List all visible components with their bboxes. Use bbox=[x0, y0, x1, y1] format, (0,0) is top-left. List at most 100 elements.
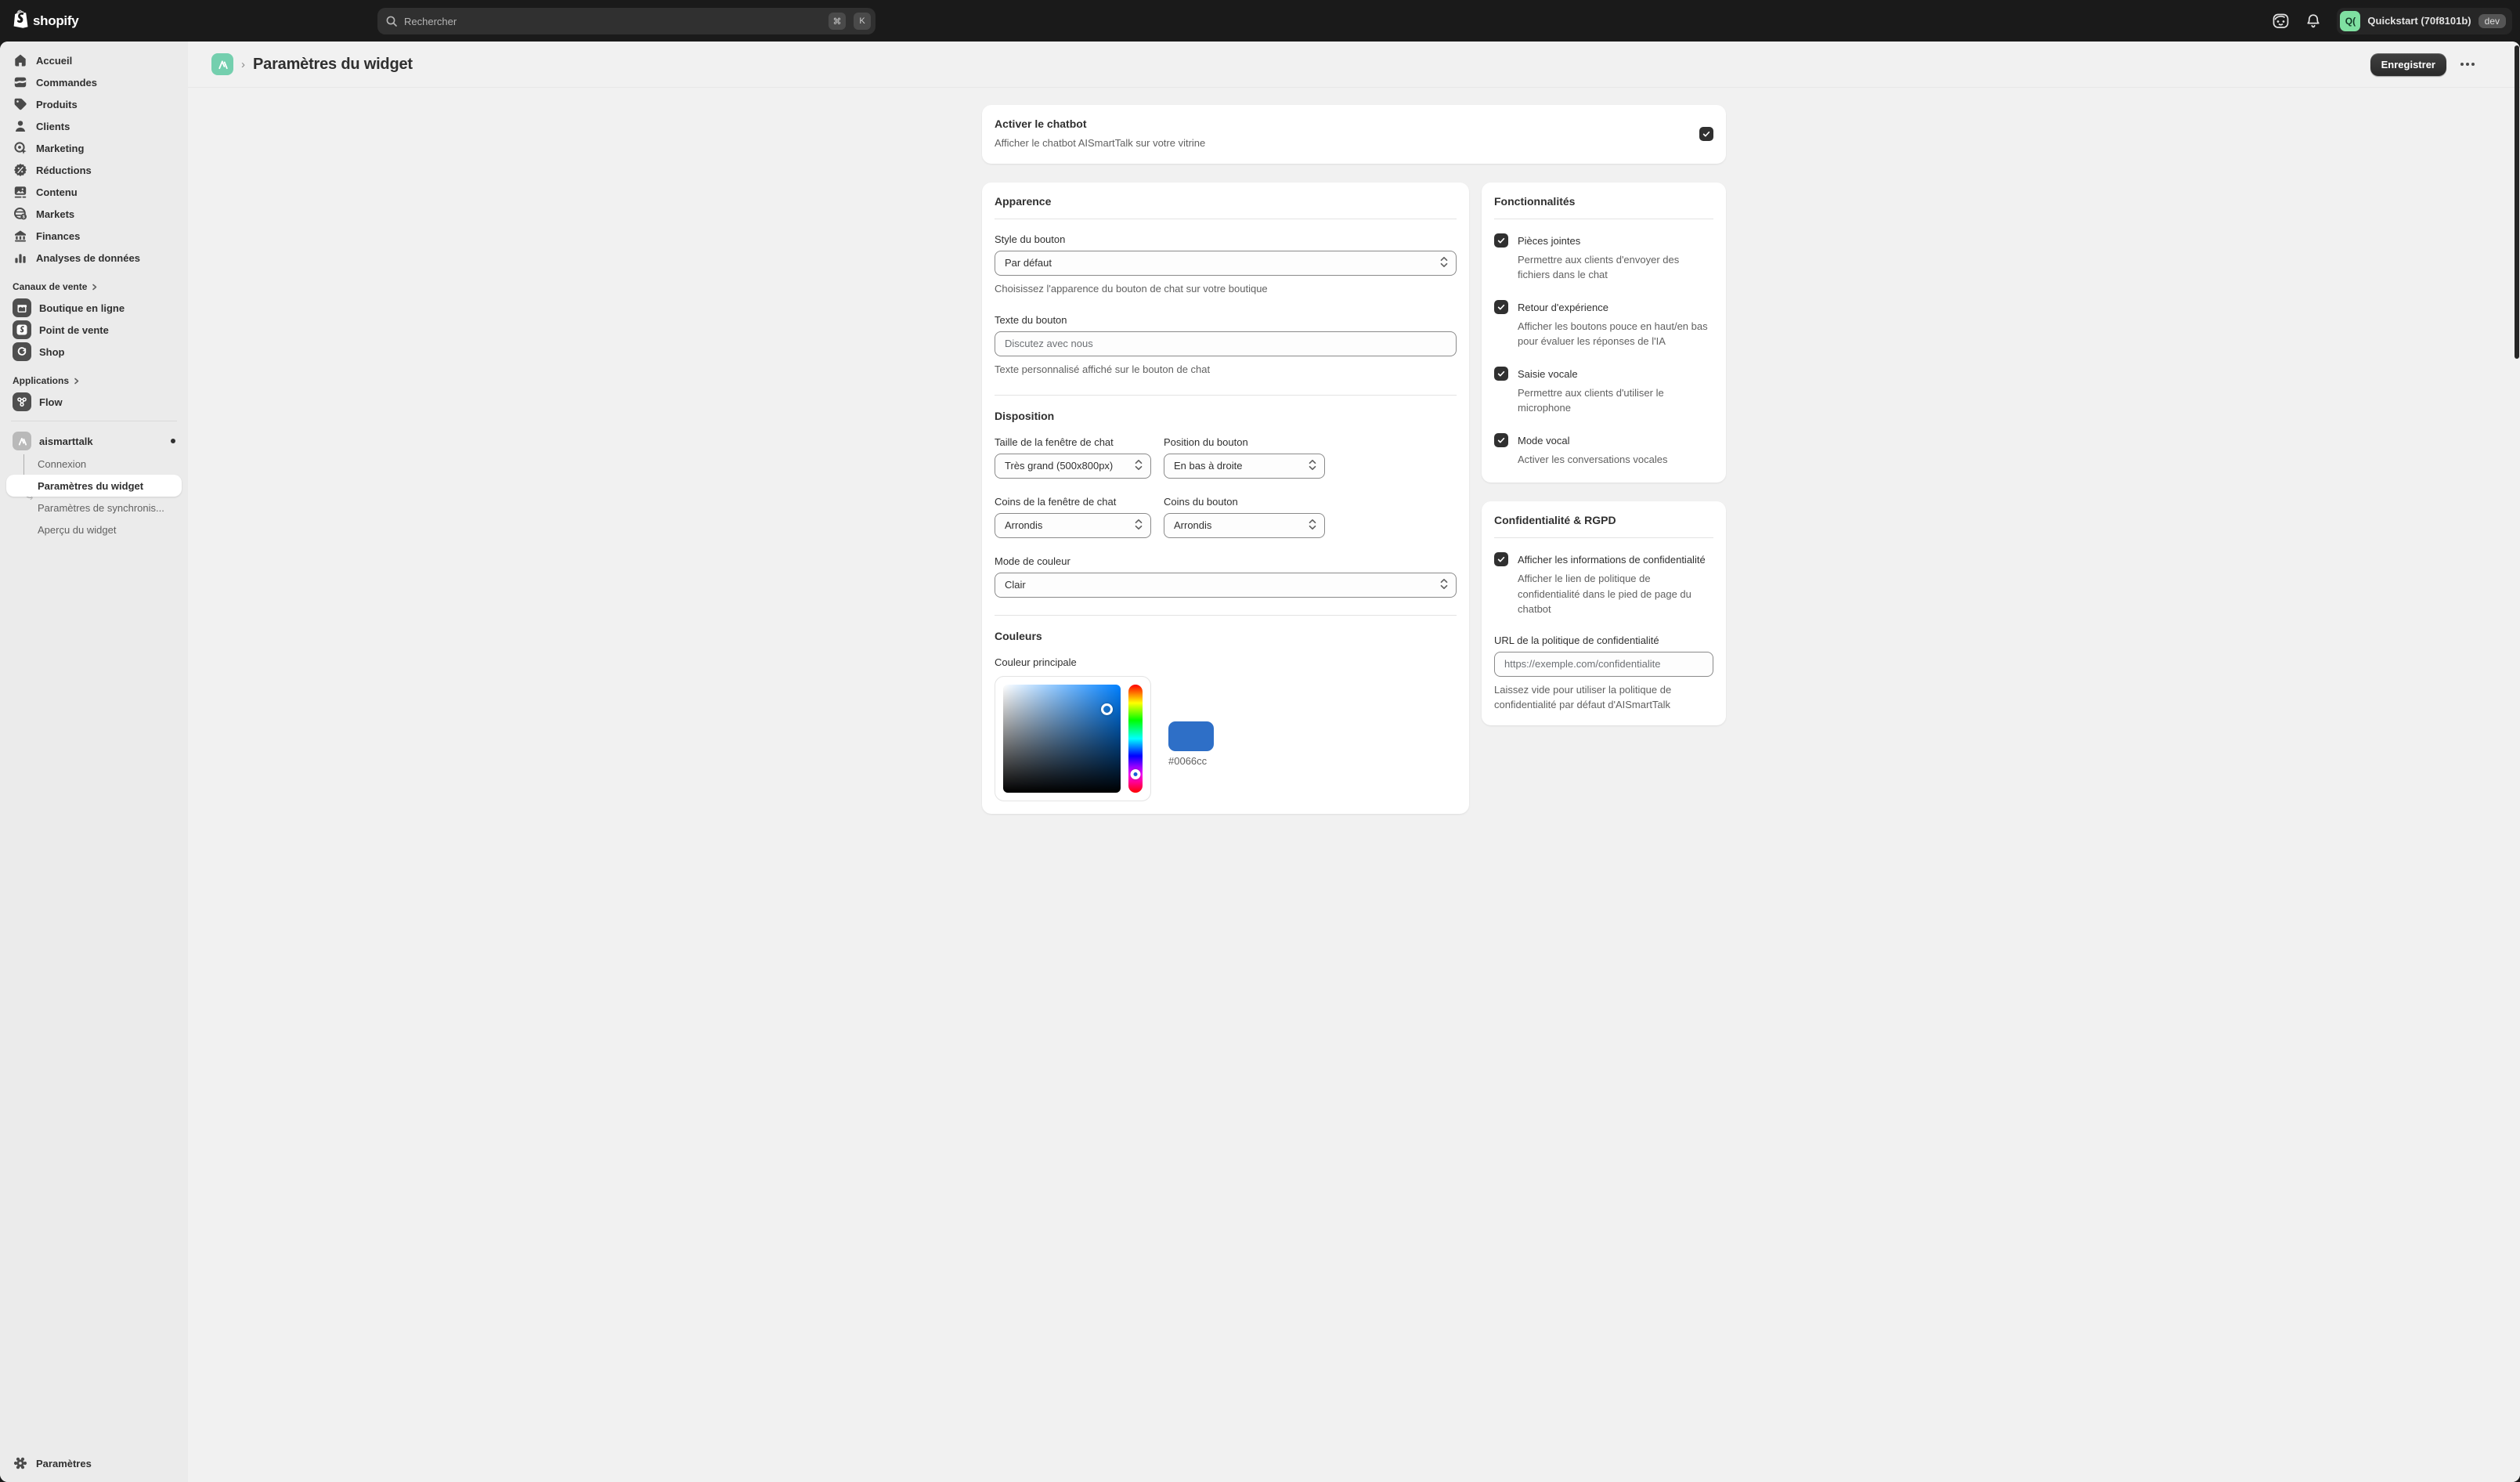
page-header: › Paramètres du widget Enregistrer bbox=[188, 42, 2520, 88]
sidebar-subitem-connexion[interactable]: Connexion bbox=[6, 453, 182, 475]
saturation-area[interactable] bbox=[1003, 685, 1121, 793]
enable-chatbot-description: Afficher le chatbot AISmartTalk sur votr… bbox=[995, 136, 1699, 151]
button-text-input-wrap bbox=[995, 331, 1457, 356]
enable-chatbot-checkbox[interactable] bbox=[1699, 127, 1713, 141]
color-picker bbox=[995, 676, 1151, 801]
sidebar-subitem-apercu-du-widget[interactable]: Aperçu du widget bbox=[6, 519, 182, 540]
search-placeholder: Rechercher bbox=[404, 16, 821, 27]
chat-window-size-select[interactable]: Très grand (500x800px) bbox=[995, 454, 1151, 479]
feature-voice-mode: Mode vocal Activer les conversations voc… bbox=[1494, 433, 1713, 468]
privacy-url-help: Laissez vide pour utiliser la politique … bbox=[1494, 683, 1713, 713]
hue-handle[interactable] bbox=[1131, 769, 1141, 779]
gear-icon bbox=[13, 1455, 28, 1471]
sidebar-item-reductions[interactable]: Réductions bbox=[6, 159, 182, 181]
chat-window-corners-field: Coins de la fenêtre de chat Arrondis bbox=[995, 496, 1151, 538]
sidebar-item-aismarttalk[interactable]: aismarttalk bbox=[6, 429, 182, 453]
env-badge: dev bbox=[2478, 14, 2506, 28]
app-breadcrumb-icon[interactable] bbox=[211, 53, 233, 75]
shopify-logo[interactable]: shopify bbox=[13, 9, 78, 32]
appearance-card: Apparence Style du bouton Par défaut Cho… bbox=[982, 183, 1469, 814]
sidebar-section-canaux[interactable]: Canaux de vente bbox=[6, 277, 182, 297]
save-button[interactable]: Enregistrer bbox=[2370, 53, 2446, 76]
chevron-right-icon bbox=[90, 283, 99, 291]
appearance-section-title: Apparence bbox=[995, 195, 1457, 208]
app-panel: Accueil Commandes Produits Clients Marke… bbox=[0, 42, 2520, 1482]
scrollbar-thumb[interactable] bbox=[2515, 45, 2519, 359]
chat-window-corners-select[interactable]: Arrondis bbox=[995, 513, 1151, 538]
sidebar-item-flow[interactable]: Flow bbox=[6, 391, 182, 413]
more-actions-button[interactable] bbox=[2459, 58, 2476, 70]
sidekick-icon[interactable] bbox=[2271, 12, 2290, 31]
feature-feedback: Retour d'expérience Afficher les boutons… bbox=[1494, 300, 1713, 349]
privacy-url-input[interactable] bbox=[1504, 658, 1689, 670]
chevron-right-icon bbox=[72, 377, 81, 385]
sidebar-item-clients[interactable]: Clients bbox=[6, 115, 182, 137]
button-position-select[interactable]: En bas à droite bbox=[1164, 454, 1325, 479]
select-caret-icon bbox=[1440, 256, 1448, 270]
sidebar-item-finances[interactable]: Finances bbox=[6, 225, 182, 247]
sidebar-item-analyses[interactable]: Analyses de données bbox=[6, 247, 182, 269]
sidebar-item-contenu[interactable]: Contenu bbox=[6, 181, 182, 203]
enable-chatbot-title: Activer le chatbot bbox=[995, 117, 1699, 130]
sidebar-item-produits[interactable]: Produits bbox=[6, 93, 182, 115]
target-icon bbox=[13, 140, 28, 156]
store-menu[interactable]: Q( Quickstart (70f8101b) dev bbox=[2337, 8, 2512, 34]
attachments-checkbox[interactable] bbox=[1494, 233, 1508, 248]
privacy-info-checkbox[interactable] bbox=[1494, 552, 1508, 566]
button-style-select[interactable]: Par défaut bbox=[995, 251, 1457, 276]
primary-color-field: Couleur principale bbox=[995, 656, 1457, 801]
tag-icon bbox=[13, 96, 28, 112]
feedback-checkbox[interactable] bbox=[1494, 300, 1508, 314]
sidebar-item-markets[interactable]: $ Markets bbox=[6, 203, 182, 225]
search-icon bbox=[385, 15, 398, 27]
features-card: Fonctionnalités Pièces jointes Permettre… bbox=[1482, 183, 1726, 483]
select-caret-icon bbox=[1135, 519, 1143, 533]
main-content: › Paramètres du widget Enregistrer Activ… bbox=[188, 42, 2520, 1482]
select-caret-icon bbox=[1440, 578, 1448, 592]
saturation-handle[interactable] bbox=[1101, 703, 1113, 715]
button-corners-select[interactable]: Arrondis bbox=[1164, 513, 1325, 538]
layout-section-title: Disposition bbox=[995, 410, 1457, 422]
privacy-url-field: URL de la politique de confidentialité L… bbox=[1494, 634, 1713, 713]
privacy-info-item: Afficher les informations de confidentia… bbox=[1494, 552, 1713, 617]
voice-input-checkbox[interactable] bbox=[1494, 367, 1508, 381]
store-avatar: Q( bbox=[2340, 11, 2360, 31]
hue-slider[interactable] bbox=[1128, 685, 1143, 793]
button-text-input[interactable] bbox=[1005, 338, 1432, 349]
notifications-bell-icon[interactable] bbox=[2304, 12, 2323, 31]
button-style-field: Style du bouton Par défaut Choisissez l'… bbox=[995, 233, 1457, 297]
primary-color-swatch bbox=[1168, 721, 1214, 751]
button-style-label: Style du bouton bbox=[995, 233, 1457, 245]
features-title: Fonctionnalités bbox=[1494, 195, 1713, 208]
bank-icon bbox=[13, 228, 28, 244]
privacy-url-label: URL de la politique de confidentialité bbox=[1494, 634, 1713, 646]
sidebar-subitem-parametres-synchronisation[interactable]: Paramètres de synchronis... bbox=[6, 497, 182, 519]
sidebar-item-point-de-vente[interactable]: Point de vente bbox=[6, 319, 182, 341]
bar-chart-icon bbox=[13, 250, 28, 266]
select-caret-icon bbox=[1309, 519, 1316, 533]
button-corners-field: Coins du bouton Arrondis bbox=[1164, 496, 1325, 538]
enable-chatbot-card: Activer le chatbot Afficher le chatbot A… bbox=[982, 105, 1726, 164]
sidebar-item-accueil[interactable]: Accueil bbox=[6, 49, 182, 71]
sidebar-item-shop[interactable]: Shop bbox=[6, 341, 182, 363]
sidebar-item-boutique-en-ligne[interactable]: Boutique en ligne bbox=[6, 297, 182, 319]
select-caret-icon bbox=[1135, 459, 1143, 473]
button-position-field: Position du bouton En bas à droite bbox=[1164, 436, 1325, 479]
button-style-help: Choisissez l'apparence du bouton de chat… bbox=[995, 282, 1457, 297]
sidebar-item-parametres[interactable]: Paramètres bbox=[6, 1452, 182, 1474]
voice-mode-checkbox[interactable] bbox=[1494, 433, 1508, 447]
privacy-title: Confidentialité & RGPD bbox=[1494, 514, 1713, 526]
button-text-field: Texte du bouton Texte personnalisé affic… bbox=[995, 314, 1457, 378]
search-bar[interactable]: Rechercher ⌘ K bbox=[377, 8, 876, 34]
sidebar-section-applications[interactable]: Applications bbox=[6, 370, 182, 391]
page-body: Activer le chatbot Afficher le chatbot A… bbox=[188, 88, 2520, 1482]
color-mode-field: Mode de couleur Clair bbox=[995, 555, 1457, 598]
sidebar-item-commandes[interactable]: Commandes bbox=[6, 71, 182, 93]
button-text-help: Texte personnalisé affiché sur le bouton… bbox=[995, 363, 1457, 378]
shopify-bag-icon bbox=[13, 9, 29, 32]
sidebar-subitem-parametres-du-widget[interactable]: Paramètres du widget bbox=[6, 475, 182, 497]
sidebar-item-marketing[interactable]: Marketing bbox=[6, 137, 182, 159]
select-caret-icon bbox=[1309, 459, 1316, 473]
color-mode-select[interactable]: Clair bbox=[995, 573, 1457, 598]
button-text-label: Texte du bouton bbox=[995, 314, 1457, 326]
